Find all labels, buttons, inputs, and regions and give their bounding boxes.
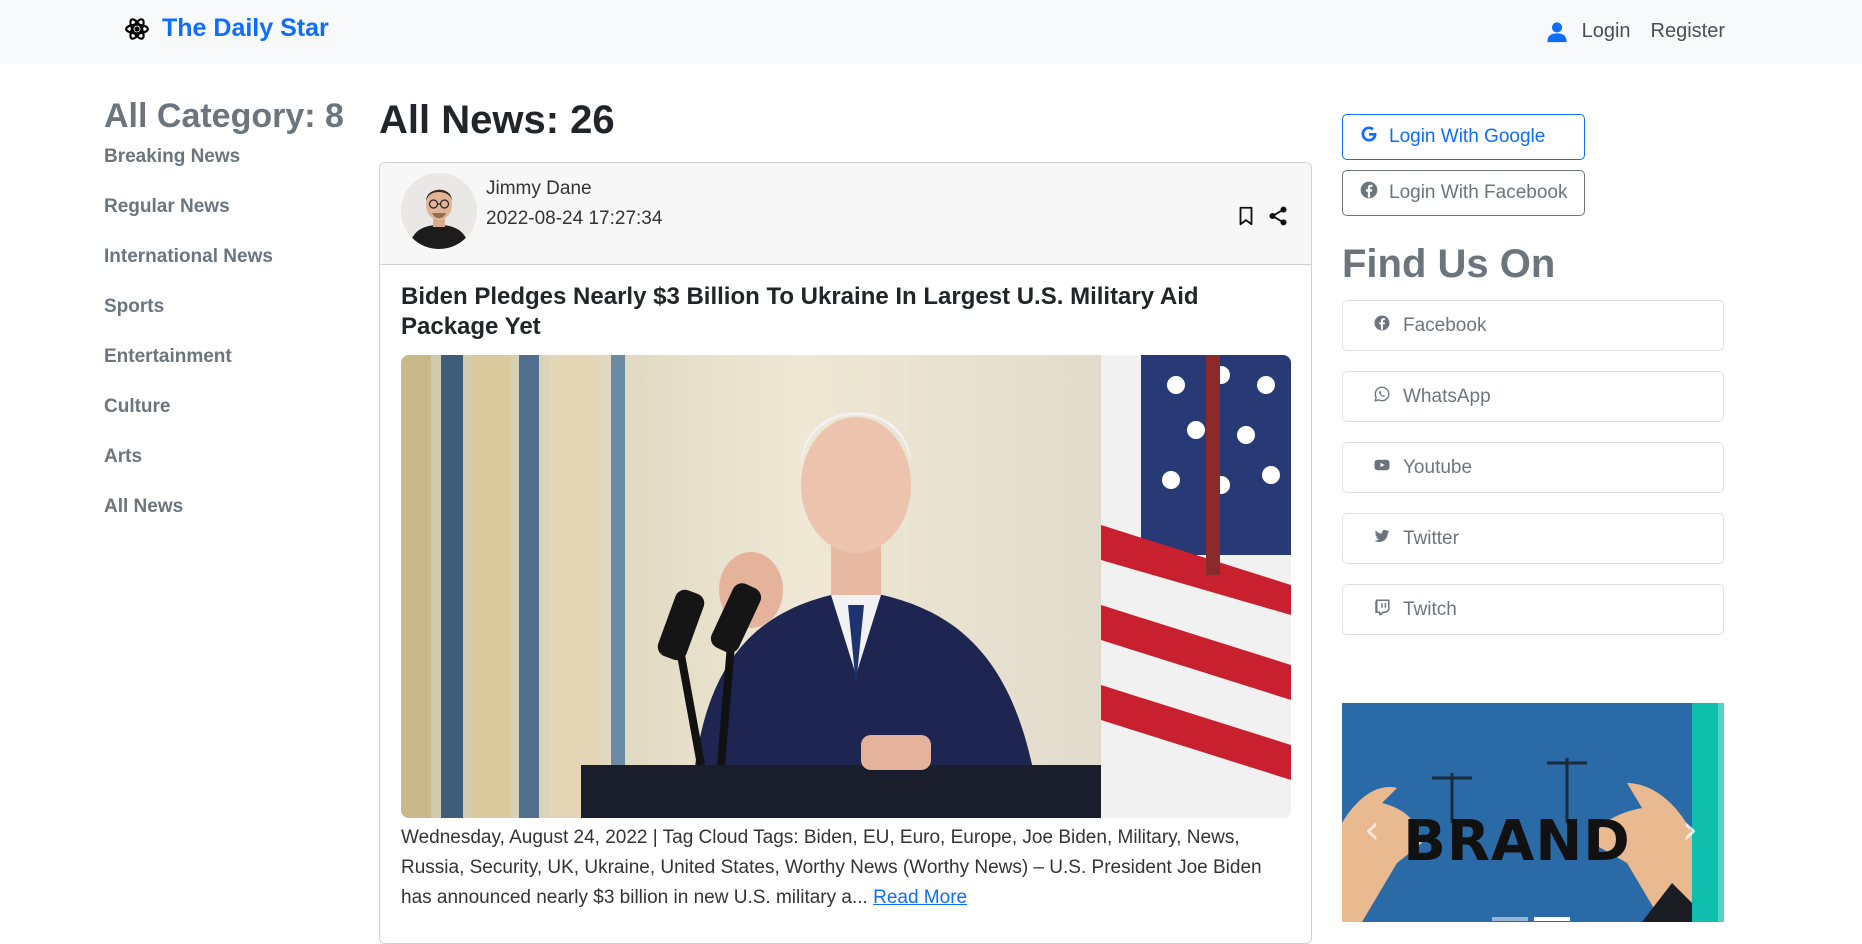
bookmark-icon[interactable]: [1235, 205, 1257, 227]
right-sidebar: Login With Google Login With Facebook Fi…: [1342, 114, 1724, 655]
category-item-entertainment[interactable]: Entertainment: [104, 342, 364, 392]
find-us-heading: Find Us On: [1342, 242, 1556, 286]
social-item-youtube[interactable]: Youtube: [1342, 442, 1724, 493]
login-link[interactable]: Login: [1546, 20, 1631, 43]
category-item-all-news[interactable]: All News: [104, 492, 364, 542]
login-google-label[interactable]: Login With Google: [1389, 126, 1545, 148]
register-link[interactable]: Register: [1651, 20, 1725, 43]
social-item-facebook[interactable]: Facebook: [1342, 300, 1724, 351]
brand-carousel[interactable]: BRAND ‹ ›: [1342, 703, 1724, 922]
google-icon: [1359, 124, 1379, 150]
nav-right: Login Register: [1546, 20, 1725, 43]
category-item-international-news[interactable]: International News: [104, 242, 364, 292]
facebook-icon: [1359, 180, 1379, 206]
category-heading: All Category: 8: [104, 97, 344, 135]
social-item-whatsapp[interactable]: WhatsApp: [1342, 371, 1724, 422]
brand[interactable]: The Daily Star: [124, 14, 329, 43]
social-label-whatsapp[interactable]: WhatsApp: [1403, 386, 1491, 408]
brand-title[interactable]: The Daily Star: [162, 14, 329, 43]
excerpt-text: Wednesday, August 24, 2022 | Tag Cloud T…: [401, 827, 1262, 908]
card-actions: [1235, 205, 1289, 227]
user-icon: [1546, 21, 1568, 43]
social-label-twitch[interactable]: Twitch: [1403, 599, 1457, 621]
publish-date: 2022-08-24 17:27:34: [486, 208, 663, 229]
carousel-indicators: [1492, 917, 1570, 921]
category-item-breaking-news[interactable]: Breaking News: [104, 142, 364, 192]
social-label-youtube[interactable]: Youtube: [1403, 457, 1472, 479]
news-card-header: Jimmy Dane 2022-08-24 17:27:34: [380, 163, 1311, 265]
category-item-culture[interactable]: Culture: [104, 392, 364, 442]
login-facebook-button[interactable]: Login With Facebook: [1342, 170, 1585, 216]
news-image: [401, 355, 1291, 818]
news-card: Jimmy Dane 2022-08-24 17:27:34 Biden Ple…: [379, 162, 1312, 944]
news-title[interactable]: Biden Pledges Nearly $3 Billion To Ukrai…: [401, 282, 1291, 342]
social-list: Facebook WhatsApp Youtube Twitter Twitch: [1342, 300, 1724, 635]
youtube-icon: [1373, 456, 1391, 480]
category-item-regular-news[interactable]: Regular News: [104, 192, 364, 242]
author-name: Jimmy Dane: [486, 178, 592, 199]
social-label-twitter[interactable]: Twitter: [1403, 528, 1459, 550]
facebook-icon: [1373, 314, 1391, 338]
login-google-button[interactable]: Login With Google: [1342, 114, 1585, 160]
social-item-twitter[interactable]: Twitter: [1342, 513, 1724, 564]
whatsapp-icon: [1373, 385, 1391, 409]
category-item-sports[interactable]: Sports: [104, 292, 364, 342]
category-list: Breaking News Regular News International…: [104, 142, 364, 542]
share-icon[interactable]: [1267, 205, 1289, 227]
login-label[interactable]: Login: [1582, 20, 1631, 43]
read-more-link[interactable]: Read More: [873, 887, 967, 908]
category-sidebar: All Category: 8 Breaking News Regular Ne…: [104, 94, 364, 542]
carousel-indicator[interactable]: [1534, 917, 1570, 921]
news-excerpt: Wednesday, August 24, 2022 | Tag Cloud T…: [401, 823, 1296, 913]
category-item-arts[interactable]: Arts: [104, 442, 364, 492]
navbar: The Daily Star Login Register: [0, 0, 1862, 64]
author-avatar: [401, 173, 477, 249]
login-facebook-label[interactable]: Login With Facebook: [1389, 182, 1568, 204]
social-item-twitch[interactable]: Twitch: [1342, 584, 1724, 635]
carousel-indicator[interactable]: [1492, 917, 1528, 921]
news-feed: All News: 26 Jimmy Dane 2022-08-24 17:27…: [379, 96, 1312, 944]
carousel-prev-arrow[interactable]: ‹: [1364, 807, 1380, 853]
social-label-facebook[interactable]: Facebook: [1403, 315, 1486, 337]
twitter-icon: [1373, 527, 1391, 551]
carousel-brand-text: BRAND: [1403, 809, 1631, 874]
atom-logo-icon: [124, 16, 150, 42]
news-heading: All News: 26: [379, 98, 615, 142]
carousel-next-arrow[interactable]: ›: [1682, 807, 1698, 853]
twitch-icon: [1373, 598, 1391, 622]
